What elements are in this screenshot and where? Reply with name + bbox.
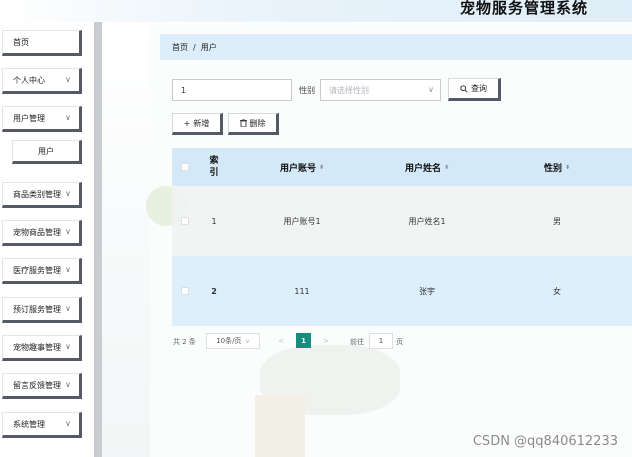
chevron-down-icon: ∨ <box>65 75 71 84</box>
sidebar-item-profile[interactable]: 个人中心 ∨ <box>2 68 82 94</box>
sidebar-item-user-management[interactable]: 用户管理 ∨ <box>2 106 82 132</box>
pagination-total: 共 2 条 <box>173 338 196 346</box>
trash-icon <box>239 119 247 127</box>
account-search-input[interactable]: 1 <box>172 79 292 101</box>
goto-page-input[interactable]: 1 <box>369 333 393 349</box>
sidebar-item-label: 商品类别管理 <box>13 189 61 199</box>
cell-name: 张宇 <box>419 286 435 296</box>
chevron-down-icon: ∨ <box>428 85 434 94</box>
plus-icon: + <box>183 118 191 128</box>
goto-label: 前往 <box>350 338 364 346</box>
chevron-down-icon: ∨ <box>65 113 71 122</box>
page-suffix: 页 <box>396 338 403 346</box>
add-button[interactable]: + 新增 <box>172 113 223 135</box>
table-row[interactable]: 1 用户账号1 用户姓名1 男 <box>172 186 632 256</box>
next-page-button[interactable]: > <box>318 333 334 349</box>
column-header-index[interactable]: 索引 <box>204 152 224 182</box>
column-header-index-label: 索引 <box>209 156 219 178</box>
breadcrumb: 首页 / 用户 <box>160 34 632 60</box>
chevron-down-icon: ∨ <box>245 337 250 345</box>
cell-index: 2 <box>211 286 217 296</box>
sidebar-subitem-user[interactable]: 用户 <box>12 140 82 164</box>
sidebar-item-label: 系统管理 <box>13 419 45 429</box>
sidebar-item-pet-stories-management[interactable]: 宠物趣事管理 ∨ <box>2 335 82 361</box>
chevron-down-icon: ∨ <box>65 227 71 236</box>
sidebar-item-medical-management[interactable]: 医疗服务管理 ∨ <box>2 258 82 284</box>
cell-gender: 女 <box>553 286 561 296</box>
sidebar-item-pet-goods-management[interactable]: 宠物商品管理 ∨ <box>2 220 82 246</box>
cell-account: 111 <box>294 286 310 296</box>
row-checkbox[interactable] <box>181 287 189 295</box>
sidebar-item-feedback-management[interactable]: 留言反馈管理 ∨ <box>2 373 82 399</box>
cell-account: 用户账号1 <box>283 216 321 226</box>
table-header: 索引 用户账号 ⬍ 用户姓名 ⬍ 性别 ⬍ <box>172 148 632 186</box>
sidebar-item-home[interactable]: 首页 <box>2 30 82 56</box>
breadcrumb-home[interactable]: 首页 <box>172 42 188 53</box>
sidebar-item-category-management[interactable]: 商品类别管理 ∨ <box>2 182 82 208</box>
breadcrumb-separator: / <box>193 42 196 52</box>
account-search-value: 1 <box>181 85 187 95</box>
sidebar-item-label: 医疗服务管理 <box>13 265 61 275</box>
prev-page-button[interactable]: < <box>273 333 289 349</box>
sidebar-divider[interactable] <box>94 22 102 457</box>
delete-button-label: 删除 <box>249 118 266 128</box>
sidebar-item-booking-management[interactable]: 预订服务管理 ∨ <box>2 297 82 323</box>
table-row[interactable]: 2 111 张宇 女 <box>172 256 632 326</box>
sidebar-item-label: 宠物商品管理 <box>13 227 61 237</box>
column-header-name-label: 用户姓名 <box>404 163 441 174</box>
chevron-down-icon: ∨ <box>65 265 71 274</box>
chevron-down-icon: ∨ <box>65 342 71 351</box>
sort-icon[interactable]: ⬍ <box>444 164 449 171</box>
row-checkbox[interactable] <box>181 217 189 225</box>
sidebar-item-label: 留言反馈管理 <box>13 380 61 390</box>
goto-page-value: 1 <box>378 337 384 345</box>
delete-button[interactable]: 删除 <box>228 113 279 135</box>
cell-index: 1 <box>211 216 217 226</box>
search-icon <box>460 84 468 93</box>
add-button-label: 新增 <box>193 118 210 128</box>
column-header-account-label: 用户账号 <box>279 163 316 174</box>
sidebar-item-label: 宠物趣事管理 <box>13 342 61 352</box>
column-header-gender[interactable]: 性别 ⬍ <box>512 148 602 186</box>
select-all-checkbox[interactable] <box>181 163 189 171</box>
column-header-account[interactable]: 用户账号 ⬍ <box>252 148 352 186</box>
sidebar-item-label: 个人中心 <box>13 75 45 85</box>
page-size-value: 10条/页 <box>216 337 242 345</box>
gender-select-placeholder: 请选择性别 <box>329 85 369 95</box>
gender-label: 性别 <box>299 86 315 95</box>
chevron-down-icon: ∨ <box>65 304 71 313</box>
chevron-down-icon: ∨ <box>65 380 71 389</box>
page-size-select[interactable]: 10条/页 ∨ <box>206 333 260 349</box>
sidebar-item-label: 预订服务管理 <box>13 304 61 314</box>
decorative-vase <box>255 395 305 457</box>
page-1-button[interactable]: 1 <box>296 333 311 348</box>
gender-select[interactable]: 请选择性别 ∨ <box>320 79 441 101</box>
watermark: CSDN @qq840612233 <box>472 434 618 449</box>
sidebar-subitem-label: 用户 <box>38 146 54 156</box>
app-title: 宠物服务管理系统 <box>459 0 588 17</box>
chevron-down-icon: ∨ <box>65 419 71 428</box>
column-header-gender-label: 性别 <box>543 163 562 174</box>
breadcrumb-current: 用户 <box>200 42 217 52</box>
search-button[interactable]: 查询 <box>448 78 501 101</box>
sort-icon[interactable]: ⬍ <box>319 164 324 171</box>
column-header-name[interactable]: 用户姓名 ⬍ <box>372 148 482 186</box>
cell-name: 用户姓名1 <box>408 216 446 226</box>
sidebar-item-system-management[interactable]: 系统管理 ∨ <box>2 412 82 438</box>
sidebar-item-label: 首页 <box>13 37 29 47</box>
sidebar-item-label: 用户管理 <box>13 113 45 123</box>
search-button-label: 查询 <box>471 84 487 93</box>
chevron-down-icon: ∨ <box>65 189 71 198</box>
sort-icon[interactable]: ⬍ <box>565 164 570 171</box>
cell-gender: 男 <box>553 216 561 226</box>
